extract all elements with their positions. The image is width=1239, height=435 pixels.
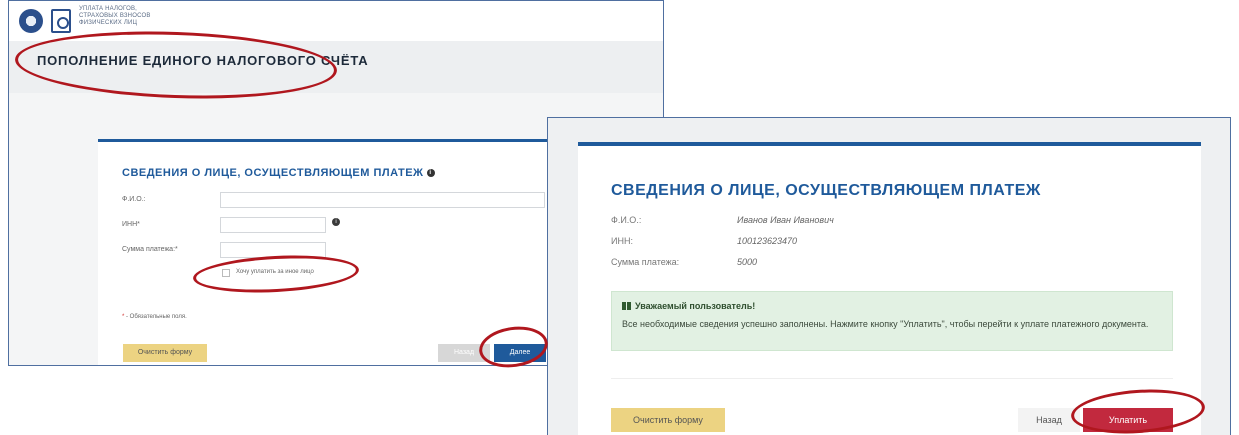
alert-title-text: Уважаемый пользователь!	[635, 301, 756, 311]
info-icon[interactable]: i	[426, 169, 435, 177]
clear-form-button[interactable]: Очистить форму	[611, 408, 725, 432]
payer-summary-card: СВЕДЕНИЯ О ЛИЦЕ, ОСУЩЕСТВЛЯЮЩЕМ ПЛАТЕЖ Ф…	[578, 142, 1201, 435]
inn-info-icon[interactable]: i	[332, 218, 340, 226]
service-logo-icon	[51, 9, 71, 33]
fio-label: Ф.И.О.:	[611, 215, 642, 225]
clear-form-button[interactable]: Очистить форму	[123, 344, 207, 362]
success-alert: Уважаемый пользователь! Все необходимые …	[611, 291, 1173, 351]
second-step-screenshot: СВЕДЕНИЯ О ЛИЦЕ, ОСУЩЕСТВЛЯЮЩЕМ ПЛАТЕЖ Ф…	[547, 117, 1231, 435]
alert-title: Уважаемый пользователь!	[622, 301, 755, 311]
required-mark: *	[122, 314, 125, 320]
fio-value: Иванов Иван Иванович	[737, 215, 834, 225]
alert-text: Все необходимые сведения успешно заполне…	[622, 319, 1149, 329]
form-title: СВЕДЕНИЯ О ЛИЦЕ, ОСУЩЕСТВЛЯЮЩЕМ ПЛАТЕЖ	[611, 182, 1041, 199]
fio-input[interactable]	[220, 192, 545, 208]
required-note-text: - Обязательные поля.	[126, 314, 187, 320]
inn-value: 100123623470	[737, 236, 798, 246]
inn-input[interactable]	[220, 217, 326, 233]
form-title: СВЕДЕНИЯ О ЛИЦЕ, ОСУЩЕСТВЛЯЮЩЕМ ПЛАТЕЖ i	[122, 167, 435, 179]
sum-value: 5000	[737, 257, 758, 267]
required-note: * - Обязательные поля.	[122, 314, 187, 320]
fns-emblem-icon	[19, 9, 43, 33]
inn-label: ИНН:	[611, 236, 633, 246]
divider	[611, 378, 1173, 379]
back-button[interactable]: Назад	[1018, 408, 1080, 432]
sum-label: Сумма платежа:*	[122, 246, 178, 253]
form-title-text: СВЕДЕНИЯ О ЛИЦЕ, ОСУЩЕСТВЛЯЮЩЕМ ПЛАТЕЖ	[122, 167, 424, 179]
fio-label: Ф.И.О.:	[122, 196, 146, 203]
service-logo-text: УПЛАТА НАЛОГОВ, СТРАХОВЫХ ВЗНОСОВ ФИЗИЧЕ…	[79, 6, 151, 26]
sum-label: Сумма платежа:	[611, 257, 680, 267]
inn-label: ИНН*	[122, 221, 140, 228]
gift-icon	[622, 302, 631, 310]
